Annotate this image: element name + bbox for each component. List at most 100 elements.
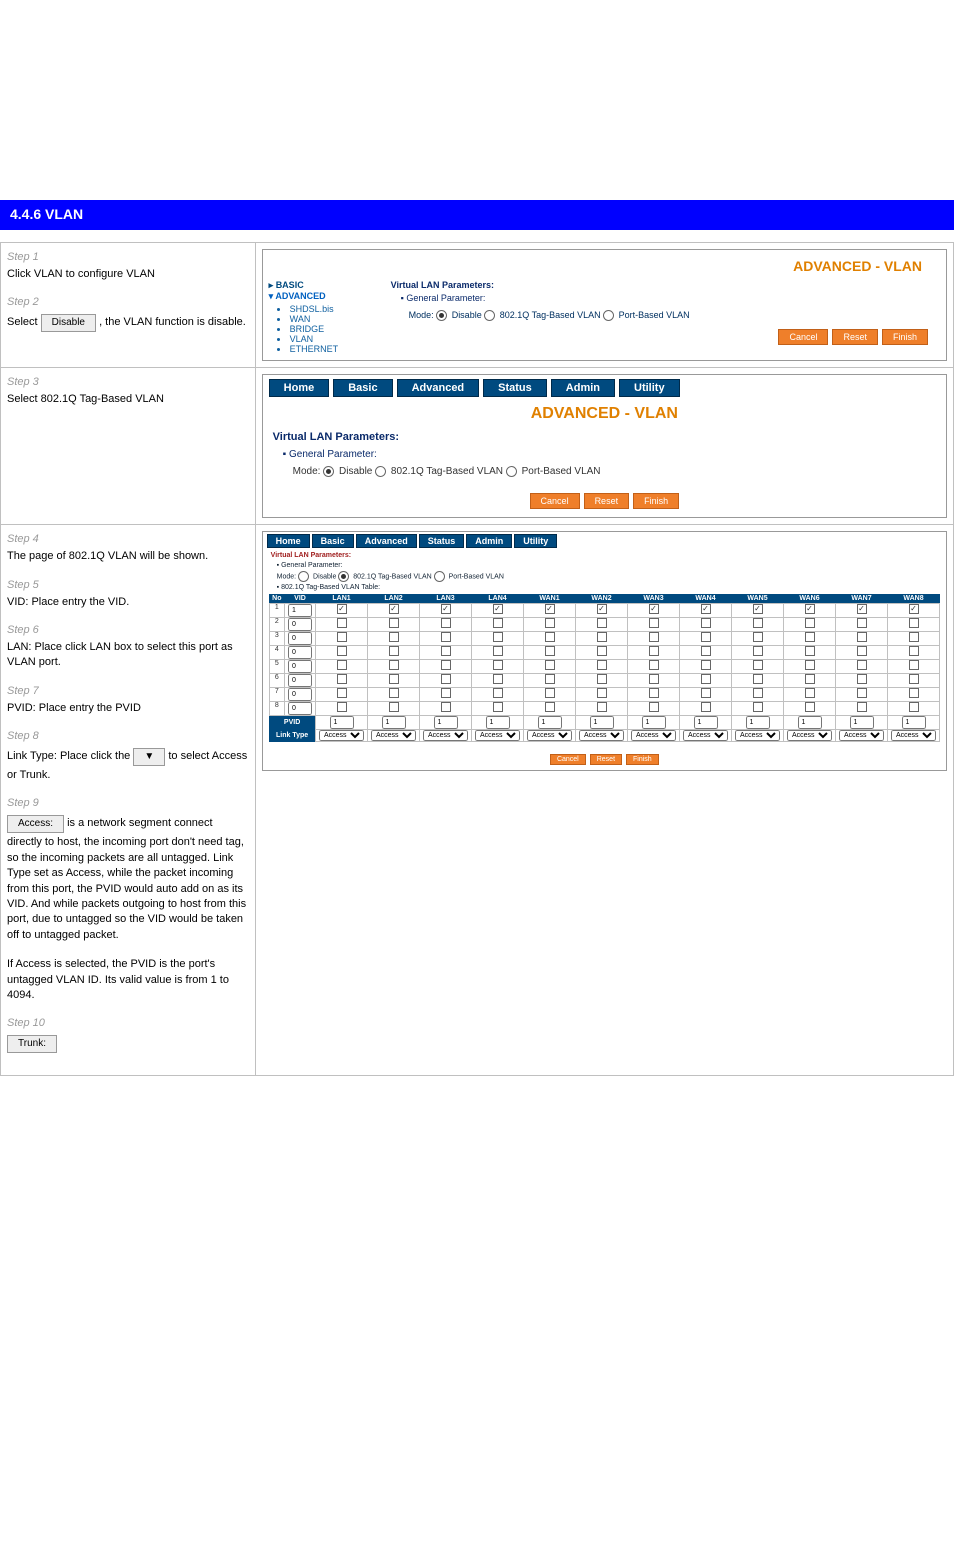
vlan-port-checkbox[interactable] (753, 674, 763, 684)
vlan-port-checkbox[interactable] (597, 702, 607, 712)
vid-input[interactable] (288, 632, 312, 645)
shot2-tab-status[interactable]: Status (483, 379, 547, 397)
vlan-port-checkbox[interactable] (545, 674, 555, 684)
shot3-tab-admin[interactable]: Admin (466, 534, 512, 548)
vlan-port-checkbox[interactable] (545, 702, 555, 712)
shot1-nav-item[interactable]: WAN (277, 314, 379, 324)
vlan-port-checkbox[interactable] (805, 604, 815, 614)
vlan-port-checkbox[interactable] (805, 646, 815, 656)
vlan-port-checkbox[interactable] (857, 646, 867, 656)
linktype-select[interactable]: Access (579, 730, 624, 741)
shot1-nav-basic[interactable]: ▸ BASIC (269, 280, 379, 291)
shot3-tab-utility[interactable]: Utility (514, 534, 557, 548)
vlan-port-checkbox[interactable] (493, 674, 503, 684)
shot2-mode-radio[interactable] (323, 466, 334, 477)
pvid-input[interactable] (694, 716, 718, 729)
vlan-port-checkbox[interactable] (545, 688, 555, 698)
vlan-port-checkbox[interactable] (909, 632, 919, 642)
vlan-port-checkbox[interactable] (597, 674, 607, 684)
vlan-port-checkbox[interactable] (493, 688, 503, 698)
vlan-port-checkbox[interactable] (909, 660, 919, 670)
vlan-port-checkbox[interactable] (389, 702, 399, 712)
vlan-port-checkbox[interactable] (805, 660, 815, 670)
vlan-port-checkbox[interactable] (493, 660, 503, 670)
vlan-port-checkbox[interactable] (545, 618, 555, 628)
vlan-port-checkbox[interactable] (441, 632, 451, 642)
vlan-port-checkbox[interactable] (441, 688, 451, 698)
shot3-cancel-button[interactable]: Cancel (550, 754, 586, 765)
shot1-mode-radio[interactable] (603, 310, 614, 321)
vlan-port-checkbox[interactable] (597, 618, 607, 628)
pvid-input[interactable] (642, 716, 666, 729)
shot2-tab-advanced[interactable]: Advanced (397, 379, 480, 397)
vid-input[interactable] (288, 702, 312, 715)
vlan-port-checkbox[interactable] (441, 674, 451, 684)
linktype-select[interactable]: Access (423, 730, 468, 741)
vlan-port-checkbox[interactable] (649, 674, 659, 684)
vlan-port-checkbox[interactable] (441, 660, 451, 670)
vlan-port-checkbox[interactable] (649, 688, 659, 698)
shot1-cancel-button[interactable]: Cancel (778, 329, 828, 345)
vid-input[interactable] (288, 674, 312, 687)
vid-input[interactable] (288, 646, 312, 659)
vid-input[interactable] (288, 604, 312, 617)
pvid-input[interactable] (798, 716, 822, 729)
vlan-port-checkbox[interactable] (649, 618, 659, 628)
linktype-select[interactable]: Access (527, 730, 572, 741)
vlan-port-checkbox[interactable] (597, 604, 607, 614)
shot1-mode-radio[interactable] (436, 310, 447, 321)
shot1-nav-advanced[interactable]: ▾ ADVANCED (269, 291, 379, 302)
vlan-port-checkbox[interactable] (389, 660, 399, 670)
vlan-port-checkbox[interactable] (493, 618, 503, 628)
vlan-port-checkbox[interactable] (701, 646, 711, 656)
shot2-finish-button[interactable]: Finish (633, 493, 679, 509)
vlan-port-checkbox[interactable] (753, 702, 763, 712)
vlan-port-checkbox[interactable] (337, 674, 347, 684)
vlan-port-checkbox[interactable] (857, 632, 867, 642)
vid-input[interactable] (288, 660, 312, 673)
shot3-tab-basic[interactable]: Basic (312, 534, 354, 548)
vlan-port-checkbox[interactable] (857, 660, 867, 670)
vlan-port-checkbox[interactable] (701, 674, 711, 684)
shot3-tab-status[interactable]: Status (419, 534, 465, 548)
vlan-port-checkbox[interactable] (337, 646, 347, 656)
vlan-port-checkbox[interactable] (545, 632, 555, 642)
linktype-select[interactable]: Access (891, 730, 936, 741)
vlan-port-checkbox[interactable] (337, 632, 347, 642)
vlan-port-checkbox[interactable] (857, 702, 867, 712)
vlan-port-checkbox[interactable] (909, 674, 919, 684)
shot2-cancel-button[interactable]: Cancel (530, 493, 580, 509)
vlan-port-checkbox[interactable] (441, 702, 451, 712)
shot3-mode-radio[interactable] (298, 571, 309, 582)
pvid-input[interactable] (434, 716, 458, 729)
linktype-select[interactable]: Access (735, 730, 780, 741)
linktype-select[interactable]: Access (631, 730, 676, 741)
vlan-port-checkbox[interactable] (441, 604, 451, 614)
linktype-select[interactable]: Access (839, 730, 884, 741)
shot2-mode-radio[interactable] (506, 466, 517, 477)
vlan-port-checkbox[interactable] (337, 660, 347, 670)
vlan-port-checkbox[interactable] (753, 660, 763, 670)
shot1-mode-radio[interactable] (484, 310, 495, 321)
vlan-port-checkbox[interactable] (545, 646, 555, 656)
linktype-select[interactable]: Access (475, 730, 520, 741)
vid-input[interactable] (288, 688, 312, 701)
vlan-port-checkbox[interactable] (389, 646, 399, 656)
vlan-port-checkbox[interactable] (857, 674, 867, 684)
vlan-port-checkbox[interactable] (909, 618, 919, 628)
pvid-input[interactable] (486, 716, 510, 729)
vlan-port-checkbox[interactable] (545, 604, 555, 614)
vlan-port-checkbox[interactable] (753, 618, 763, 628)
vid-input[interactable] (288, 618, 312, 631)
shot2-tab-basic[interactable]: Basic (333, 379, 392, 397)
vlan-port-checkbox[interactable] (389, 604, 399, 614)
vlan-port-checkbox[interactable] (337, 618, 347, 628)
vlan-port-checkbox[interactable] (337, 604, 347, 614)
pvid-input[interactable] (746, 716, 770, 729)
shot2-reset-button[interactable]: Reset (584, 493, 630, 509)
vlan-port-checkbox[interactable] (389, 674, 399, 684)
shot1-nav-item[interactable]: BRIDGE (277, 324, 379, 334)
shot2-tab-admin[interactable]: Admin (551, 379, 615, 397)
vlan-port-checkbox[interactable] (649, 646, 659, 656)
shot1-nav-item[interactable]: VLAN (277, 334, 379, 344)
